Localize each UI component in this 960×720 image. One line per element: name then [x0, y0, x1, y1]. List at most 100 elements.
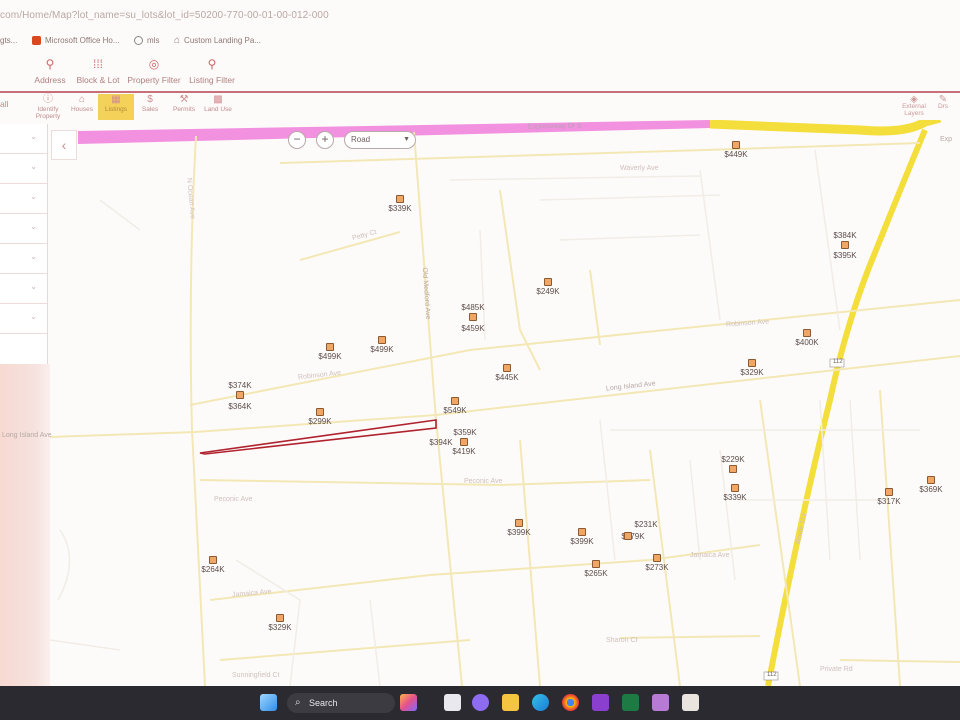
listing-price: $359K — [453, 428, 477, 437]
listing-marker[interactable]: $419K — [445, 438, 483, 456]
listing-marker[interactable]: $395K — [826, 251, 864, 260]
tool-sales[interactable]: $ Sales — [132, 94, 168, 120]
windows-start-icon[interactable] — [260, 694, 277, 711]
listing-marker[interactable]: $384K — [826, 231, 864, 249]
listing-marker[interactable]: $339K — [381, 195, 419, 213]
listing-marker[interactable]: $369K — [912, 476, 950, 494]
all-button[interactable]: all — [0, 99, 9, 109]
bookmark-office[interactable]: Microsoft Office Ho... — [32, 34, 120, 46]
highway-road — [709, 120, 942, 136]
route-shield-label: 112 — [833, 359, 843, 365]
tool-label: Land Use — [204, 106, 232, 113]
panel-row[interactable]: ⌄ — [0, 184, 47, 214]
listing-marker-icon — [396, 195, 404, 203]
widget-icon[interactable] — [400, 694, 417, 711]
listing-price: $449K — [724, 150, 748, 159]
listing-marker-icon — [653, 554, 661, 562]
listing-marker[interactable]: $445K — [488, 364, 526, 382]
nav-listing-filter[interactable]: ⚲ Listing Filter — [172, 58, 252, 85]
bookmark-custom-landing[interactable]: ⌂ Custom Landing Pa... — [174, 34, 261, 46]
listing-marker-icon — [316, 408, 324, 416]
listings-icon: ▦ — [111, 94, 121, 105]
tool-houses[interactable]: ⌂ Houses — [64, 94, 100, 120]
bookmark-mls[interactable]: mls — [134, 34, 159, 46]
listing-marker[interactable]: $273K — [638, 554, 676, 572]
listing-marker[interactable]: $485K — [454, 303, 492, 321]
listing-marker[interactable]: $549K — [436, 397, 474, 415]
teams-icon[interactable] — [652, 694, 669, 711]
house-icon: ⌂ — [78, 94, 86, 105]
listing-marker[interactable]: $459K — [454, 324, 492, 333]
listing-marker[interactable]: $399K — [500, 519, 538, 537]
listing-marker[interactable]: $299K — [301, 408, 339, 426]
listing-marker[interactable]: $265K — [577, 560, 615, 578]
listing-marker[interactable]: $317K — [870, 488, 908, 506]
listing-marker[interactable]: $449K — [717, 141, 755, 159]
external-layers-button[interactable]: ◈ External Layers — [894, 95, 934, 118]
listing-price: $549K — [443, 406, 467, 415]
listing-marker[interactable]: $264K — [194, 556, 232, 574]
tool-permits[interactable]: ⚒ Permits — [166, 94, 202, 120]
listing-marker[interactable]: $499K — [363, 336, 401, 354]
tool-listings[interactable]: ▦ Listings — [98, 94, 134, 120]
listing-marker-icon — [731, 484, 739, 492]
listing-marker[interactable]: $229K — [714, 455, 752, 473]
zoom-out-button[interactable]: − — [288, 131, 306, 149]
office-icon — [32, 35, 41, 45]
listing-marker-icon — [469, 313, 477, 321]
panel-row[interactable]: ⌄ — [0, 274, 47, 304]
street-label-peconic: Peconic Ave — [214, 496, 253, 503]
basemap-select[interactable]: Road ▼ — [344, 131, 416, 149]
listing-price: $499K — [370, 345, 394, 354]
excel-icon[interactable] — [622, 694, 639, 711]
listing-marker-icon — [451, 397, 459, 405]
header-divider — [0, 91, 960, 93]
panel-row[interactable]: ⌄ — [0, 214, 47, 244]
chevron-down-icon: ⌄ — [30, 312, 37, 321]
street-label-exp: Exp — [940, 136, 953, 143]
chrome-icon[interactable] — [562, 694, 579, 711]
store-icon[interactable] — [682, 694, 699, 711]
listing-price: $364K — [228, 402, 252, 411]
listing-marker[interactable]: $400K — [788, 329, 826, 347]
listing-marker[interactable]: $329K — [733, 359, 771, 377]
pen-icon: ✎ — [938, 94, 948, 105]
chat-icon[interactable] — [472, 694, 489, 711]
drs-button[interactable]: ✎ Drs — [932, 94, 954, 111]
task-view-icon[interactable] — [444, 694, 461, 711]
collapse-panel-button[interactable]: ‹ — [51, 130, 77, 160]
onenote-icon[interactable] — [592, 694, 609, 711]
chevron-down-icon: ⌄ — [30, 132, 37, 141]
listing-marker[interactable] — [623, 532, 633, 541]
panel-row[interactable]: ⌄ — [0, 244, 47, 274]
taskbar-search[interactable]: ⌕ Search — [287, 693, 395, 713]
tool-identify-property[interactable]: ⓘ Identify Property — [30, 94, 66, 120]
map-canvas[interactable] — [50, 120, 960, 686]
listing-marker-icon — [748, 359, 756, 367]
listing-marker[interactable]: $499K — [311, 343, 349, 361]
panel-row[interactable]: ⌄ — [0, 124, 47, 154]
tool-land-use[interactable]: ▩ Land Use — [200, 94, 236, 120]
listing-marker[interactable]: $249K — [529, 278, 567, 296]
panel-row[interactable]: ⌄ — [0, 304, 47, 334]
listing-marker[interactable]: $339K — [716, 484, 754, 502]
listing-marker[interactable]: $399K — [563, 528, 601, 546]
edge-icon[interactable] — [532, 694, 549, 711]
listing-marker[interactable]: $359K — [446, 428, 484, 437]
dollar-icon: $ — [147, 94, 153, 105]
listing-marker[interactable]: $379K — [614, 532, 652, 541]
listing-price: $339K — [723, 493, 747, 502]
bookmark-label: mls — [147, 35, 160, 45]
zoom-in-button[interactable]: + — [316, 131, 334, 149]
address-bar-url[interactable]: com/Home/Map?lot_name=su_lots&lot_id=502… — [0, 10, 329, 21]
panel-row[interactable]: ⌄ — [0, 154, 47, 184]
file-explorer-icon[interactable] — [502, 694, 519, 711]
listing-marker-icon — [515, 519, 523, 527]
listing-marker[interactable]: $364K — [221, 402, 259, 411]
listing-price: $445K — [495, 373, 519, 382]
listing-marker[interactable]: $329K — [261, 614, 299, 632]
listing-marker[interactable]: $231K — [627, 520, 665, 529]
bookmark-gts[interactable]: gts... — [0, 34, 17, 46]
listing-marker[interactable]: $374K — [221, 381, 259, 400]
listing-price: $485K — [461, 303, 485, 312]
